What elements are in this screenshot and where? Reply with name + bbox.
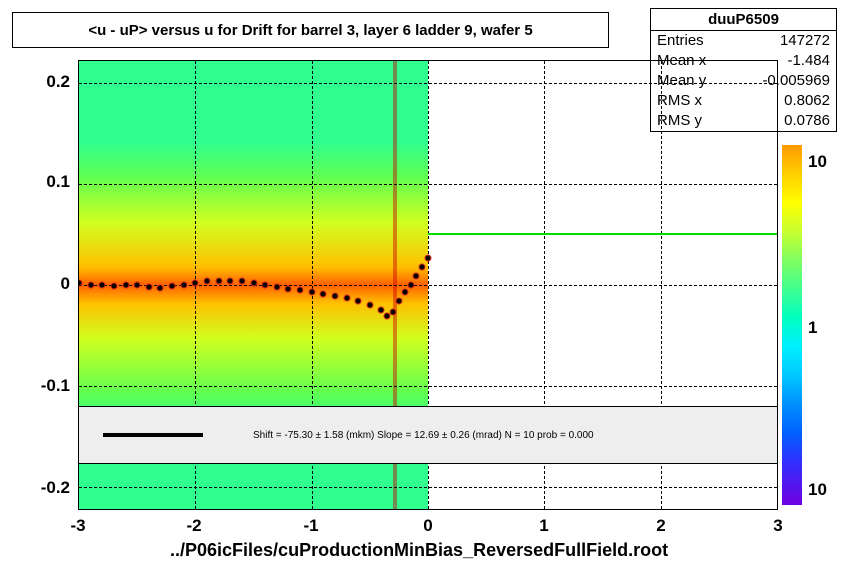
x-tick-label: -3 (70, 516, 85, 536)
profile-point (367, 302, 372, 307)
profile-point (408, 283, 413, 288)
profile-point (385, 314, 390, 319)
profile-point (228, 278, 233, 283)
chart-title: <u - uP> versus u for Drift for barrel 3… (88, 22, 532, 39)
profile-point (309, 290, 314, 295)
color-palette (782, 145, 802, 505)
profile-point (158, 285, 163, 290)
profile-point (146, 284, 151, 289)
root-figure: <u - uP> versus u for Drift for barrel 3… (0, 0, 845, 568)
profile-point (391, 309, 396, 314)
stats-value: 147272 (780, 31, 830, 51)
profile-point (251, 281, 256, 286)
x-tick-label: 3 (773, 516, 782, 536)
y-tick-label: 0 (20, 274, 70, 294)
profile-point (170, 283, 175, 288)
z-tick-label: 10 (808, 480, 827, 500)
profile-point (356, 299, 361, 304)
profile-point (123, 283, 128, 288)
profile-point (420, 265, 425, 270)
profile-point (396, 299, 401, 304)
profile-point (88, 283, 93, 288)
y-tick-label: -0.2 (20, 478, 70, 498)
green-line (428, 233, 777, 235)
y-tick-label: 0.2 (20, 72, 70, 92)
profile-point (193, 281, 198, 286)
profile-point (239, 279, 244, 284)
profile-point (298, 288, 303, 293)
fit-text: Shift = -75.30 ± 1.58 (mkm) Slope = 12.6… (253, 430, 594, 441)
profile-point (321, 291, 326, 296)
x-tick-label: -1 (303, 516, 318, 536)
profile-point (111, 283, 116, 288)
profile-point (379, 308, 384, 313)
stats-label: Entries (657, 31, 704, 51)
profile-point (204, 279, 209, 284)
y-tick-label: 0.1 (20, 172, 70, 192)
stats-value: 0.0786 (784, 111, 830, 131)
profile-point (332, 293, 337, 298)
stats-name: duuP6509 (651, 9, 836, 31)
y-tick-label: -0.1 (20, 376, 70, 396)
profile-point (135, 283, 140, 288)
z-tick-label: 1 (808, 318, 817, 338)
x-tick-label: 2 (656, 516, 665, 536)
profile-point (426, 256, 431, 261)
profile-point (344, 296, 349, 301)
profile-point (263, 283, 268, 288)
profile-point (414, 274, 419, 279)
z-tick-label: 10 (808, 152, 827, 172)
x-tick-label: 0 (423, 516, 432, 536)
footer-path: ../P06icFiles/cuProductionMinBias_Revers… (170, 540, 668, 561)
fit-legend-band: Shift = -75.30 ± 1.58 (mkm) Slope = 12.6… (79, 406, 777, 464)
stats-row: Entries 147272 (651, 31, 836, 51)
chart-title-box: <u - uP> versus u for Drift for barrel 3… (12, 12, 609, 48)
profile-point (216, 279, 221, 284)
profile-point (286, 286, 291, 291)
x-tick-label: -2 (186, 516, 201, 536)
profile-point (402, 290, 407, 295)
x-tick-label: 1 (539, 516, 548, 536)
profile-point (274, 284, 279, 289)
profile-point (100, 283, 105, 288)
profile-point (181, 283, 186, 288)
stats-value: 0.8062 (784, 91, 830, 111)
stats-value: -1.484 (787, 51, 830, 71)
fit-line-sample (103, 433, 203, 437)
plot-area: Shift = -75.30 ± 1.58 (mkm) Slope = 12.6… (78, 60, 778, 510)
